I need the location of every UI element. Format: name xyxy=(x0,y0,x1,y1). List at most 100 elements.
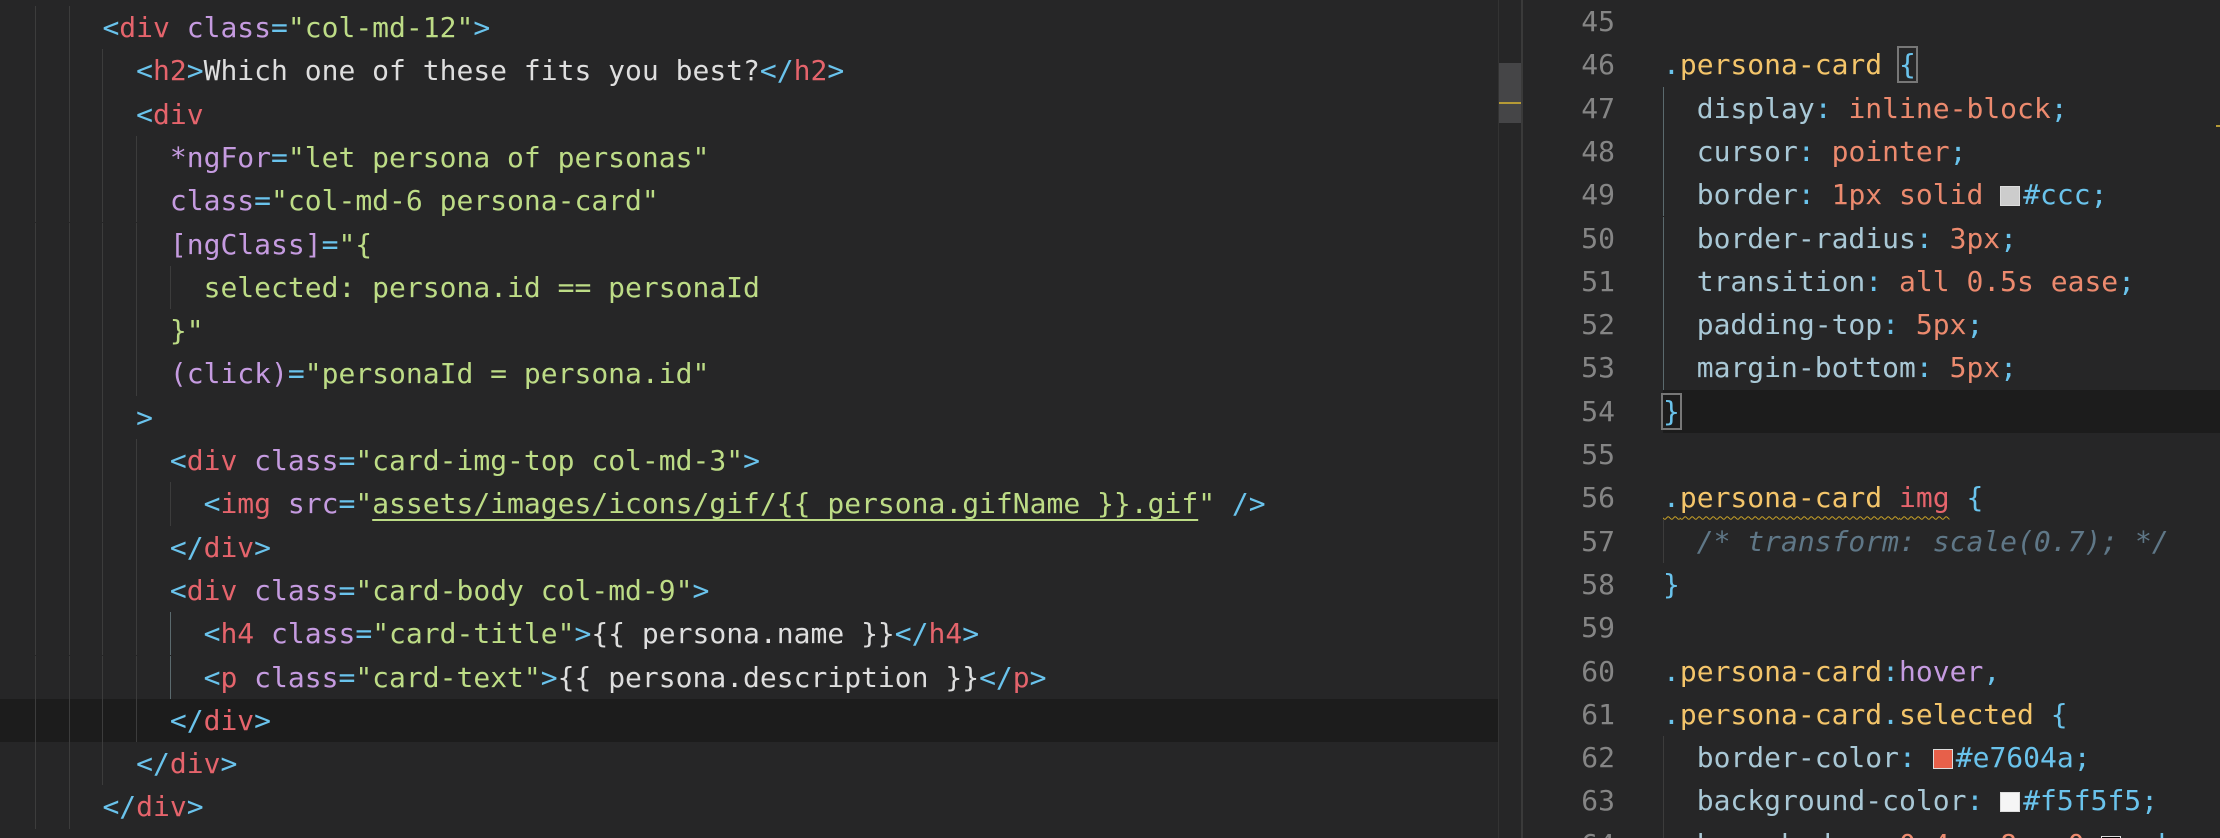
code-line[interactable]: 45 xyxy=(1523,0,2220,43)
indent-guide xyxy=(68,395,70,439)
code-line[interactable]: 59 xyxy=(1523,606,2220,649)
code-line[interactable]: *ngFor="let persona of personas" xyxy=(0,135,1498,180)
indent-guide xyxy=(68,439,70,483)
code-line-current[interactable]: 54} xyxy=(1581,389,2220,433)
code-line[interactable]: 51 transition: all 0.5s ease; xyxy=(1523,259,2220,304)
code-line[interactable]: (click)="personaId = persona.id" xyxy=(0,352,1498,396)
indent-guide xyxy=(102,568,104,613)
code-line-current[interactable]: </div> xyxy=(0,698,1498,743)
code-token: < xyxy=(169,444,187,477)
line-number: 63 xyxy=(1581,784,1615,818)
code-token: = xyxy=(254,184,272,218)
indent-guide xyxy=(35,482,36,526)
code-line[interactable]: </div> xyxy=(0,785,1498,829)
css-editor-pane[interactable]: 45 46 .persona-card {47 display: inline-blo… xyxy=(1523,0,2220,838)
color-swatch-icon[interactable] xyxy=(2000,792,2021,813)
code-token: background-color xyxy=(1696,784,1967,818)
code-line[interactable]: <div class="col-md-12"> xyxy=(0,6,1498,50)
code-line[interactable]: 53 margin-bottom: 5px; xyxy=(1523,346,2220,390)
code-line[interactable]: <div class="card-body col-md-9"> xyxy=(0,568,1498,613)
indent-guide xyxy=(169,655,171,699)
html-editor-scrollbar[interactable] xyxy=(1498,0,1523,838)
code-text: margin-bottom: 5px; xyxy=(1697,346,2017,389)
code-line[interactable]: 61 .persona-card.selected { xyxy=(1523,693,2220,736)
scrollbar-warning-marker xyxy=(1499,102,1521,104)
code-line[interactable]: 64 box-shadow: 0 4px 8px 0 rgba xyxy=(1523,822,2220,838)
code-line[interactable]: <div class="card-img-top col-md-3"> xyxy=(0,439,1498,483)
code-line[interactable]: 50 border-radius: 3px; xyxy=(1523,216,2220,260)
code-line[interactable]: 63 background-color: #f5f5f5; xyxy=(1523,779,2220,823)
code-token: h2 xyxy=(153,54,187,88)
code-line[interactable]: 49 border: 1px solid #ccc; xyxy=(1523,173,2220,217)
code-line[interactable]: 52 padding-top: 5px; xyxy=(1523,303,2220,347)
code-line[interactable]: 48 cursor: pointer; xyxy=(1523,129,2220,174)
code-token: " xyxy=(355,487,373,521)
indent-guide xyxy=(68,6,70,50)
code-token: padding-top xyxy=(1696,308,1883,342)
code-line[interactable]: <div xyxy=(0,92,1498,136)
indent-guide xyxy=(35,265,36,310)
code-line[interactable]: 60 .persona-card:hover, xyxy=(1523,650,2220,693)
indent-guide xyxy=(136,179,138,223)
line-number: 47 xyxy=(1581,91,1615,125)
code-token: p xyxy=(1012,660,1030,694)
code-line[interactable]: <h2>Which one of these fits you best?</h… xyxy=(0,49,1498,93)
indent-guide xyxy=(1663,346,1664,390)
indent-guide xyxy=(102,742,104,786)
indent-guide xyxy=(68,49,70,93)
code-token: { xyxy=(1897,46,1918,84)
code-line[interactable]: > xyxy=(0,395,1498,439)
code-token: "{ xyxy=(338,227,373,261)
code-line[interactable]: <h4 class="card-title">{{ persona.name }… xyxy=(0,612,1498,656)
line-number: 54 xyxy=(1581,394,1615,428)
code-token: = xyxy=(287,357,305,391)
code-token: = xyxy=(271,140,288,174)
indent-guide xyxy=(1663,822,1664,838)
code-line[interactable]: <p class="card-text">{{ persona.descript… xyxy=(0,655,1498,699)
code-token: > xyxy=(186,54,204,88)
code-token: </ xyxy=(979,660,1013,694)
code-text: <p class="card-text">{{ persona.descript… xyxy=(204,656,1047,699)
code-line[interactable]: 58} xyxy=(1523,563,2220,606)
code-line[interactable]: 46 .persona-card { xyxy=(1523,43,2220,86)
color-swatch-icon[interactable] xyxy=(2000,186,2021,207)
code-token: class xyxy=(254,660,339,694)
indent-guide xyxy=(102,92,104,136)
color-swatch-icon[interactable] xyxy=(1932,749,1953,770)
code-token: div xyxy=(119,11,170,44)
code-text: <div class="card-body col-md-9"> xyxy=(170,569,709,612)
code-line[interactable]: </div> xyxy=(0,525,1498,569)
code-text: class="col-md-6 persona-card" xyxy=(170,179,659,222)
code-line[interactable]: 56 .persona-card img { xyxy=(1523,476,2220,519)
indent-guide xyxy=(136,482,138,526)
indent-guide xyxy=(68,265,70,310)
code-token: div xyxy=(203,703,255,737)
code-line[interactable]: 47 display: inline-block; xyxy=(1523,86,2220,130)
indent-guide xyxy=(102,612,104,656)
code-token: : xyxy=(1915,221,1950,255)
indent-guide xyxy=(136,612,138,656)
indent-guide xyxy=(136,309,138,353)
code-line[interactable]: 57 /* transform: scale(0.7); */ xyxy=(1523,519,2220,563)
code-line[interactable]: 55 xyxy=(1523,433,2220,476)
code-text: /* transform: scale(0.7); */ xyxy=(1697,520,2169,563)
indent-guide xyxy=(1663,779,1664,823)
code-token: ; xyxy=(1949,134,1967,168)
code-line[interactable]: }" xyxy=(0,309,1498,353)
indent-guide xyxy=(68,135,70,180)
code-text: .persona-card { xyxy=(1663,43,1918,86)
scrollbar-thumb[interactable] xyxy=(1499,63,1521,123)
code-line[interactable]: selected: persona.id == personaId xyxy=(0,265,1498,310)
code-token: "card-text" xyxy=(355,660,541,694)
code-line[interactable]: class="col-md-6 persona-card" xyxy=(0,179,1498,223)
code-token: /> xyxy=(1231,487,1266,521)
code-line[interactable]: [ngClass]="{ xyxy=(0,222,1498,266)
indent-guide xyxy=(68,352,70,396)
code-line[interactable]: <img src="assets/images/icons/gif/{{ per… xyxy=(0,482,1498,526)
code-text: </div> xyxy=(136,742,237,785)
code-line[interactable]: </div> xyxy=(0,742,1498,786)
html-editor-pane[interactable]: <div class="col-md-12"> <h2>Which one of … xyxy=(0,0,1498,838)
code-token: . xyxy=(1663,697,1680,731)
code-line[interactable]: 62 border-color: #e7604a; xyxy=(1523,736,2220,780)
indent-guide xyxy=(136,698,138,743)
